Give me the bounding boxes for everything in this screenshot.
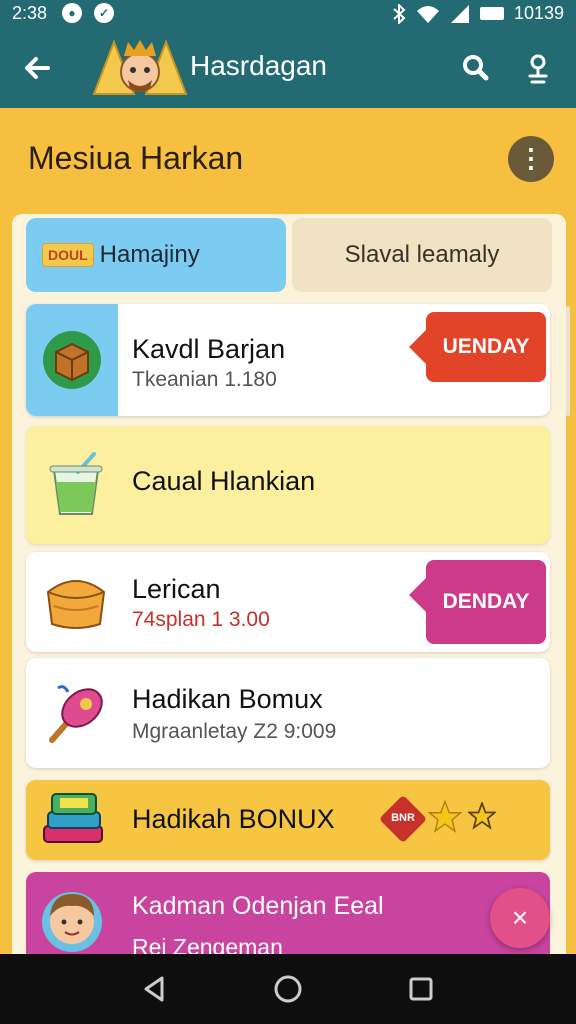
status-right-text: 10139 — [513, 3, 564, 23]
logo-icon — [92, 39, 188, 95]
nav-home-icon[interactable] — [271, 972, 305, 1006]
nav-back-icon[interactable] — [138, 972, 172, 1006]
app-bar: Hasrdagan — [0, 28, 576, 108]
content-panel: DOUL Hamajiny Slaval leamaly Kavdl Barja… — [12, 214, 566, 974]
card-title: Kadman Odenjan Eeal — [132, 892, 384, 920]
list-item[interactable]: Kavdl Barjan Tkeanian 1.180 UENDAY — [26, 304, 550, 416]
drink-cup-icon — [49, 452, 103, 515]
back-arrow-icon[interactable] — [18, 48, 58, 88]
notification-icon: ● — [62, 3, 82, 23]
books-icon — [43, 793, 103, 843]
tab-badge: DOUL — [42, 243, 94, 267]
app-title: Hasrdagan — [190, 50, 327, 81]
star-icon — [468, 802, 496, 830]
list-item[interactable]: Hadikan Bomux Mgraanletay Z2 9:009 — [26, 658, 550, 768]
list-item[interactable]: Lerican 74splan 1 3.00 DENDAY — [26, 552, 550, 652]
bonus-badge: BNR — [391, 812, 415, 824]
status-badge[interactable]: UENDAY — [426, 312, 546, 382]
battery-icon — [479, 7, 504, 20]
close-icon[interactable]: × — [490, 888, 550, 948]
tab-label: Slaval leamaly — [344, 241, 500, 268]
account-icon[interactable] — [518, 48, 558, 88]
tab-hamajiny[interactable]: DOUL Hamajiny — [26, 218, 286, 292]
basket-icon — [46, 580, 106, 629]
avatar-icon — [42, 892, 102, 952]
status-time: 2:38 — [12, 3, 48, 23]
page-title: Mesiua Harkan — [28, 140, 244, 176]
tab-label: Hamajiny — [99, 241, 200, 268]
card-title: Lerican — [132, 574, 221, 604]
notification-icon: ✓ — [94, 3, 114, 23]
card-title: Kavdl Barjan — [132, 334, 286, 364]
card-title: Hadikah BONUX — [132, 804, 335, 834]
signal-icon — [450, 4, 469, 23]
card-subtitle: 74splan 1 3.00 — [132, 608, 270, 631]
list-item[interactable]: Caual Hlankian — [26, 426, 550, 544]
bluetooth-icon — [393, 3, 406, 24]
search-icon[interactable] — [456, 48, 496, 88]
status-bar: 2:38 ● ✓ 10139 — [0, 0, 576, 28]
nav-bar — [0, 954, 576, 1024]
scrollbar[interactable] — [566, 306, 570, 416]
card-title: Caual Hlankian — [132, 466, 316, 496]
list-item[interactable]: Hadikah BONUX BNR — [26, 780, 550, 860]
card-subtitle: Tkeanian 1.180 — [132, 368, 277, 391]
nav-recents-icon[interactable] — [404, 972, 438, 1006]
card-title: Hadikan Bomux — [132, 684, 323, 714]
tab-slaval-leamaly[interactable]: Slaval leamaly — [292, 218, 552, 292]
box-icon — [43, 331, 101, 389]
wifi-icon — [416, 5, 439, 23]
more-vertical-icon[interactable]: ⋮ — [508, 136, 554, 182]
status-badge[interactable]: DENDAY — [426, 560, 546, 644]
star-icon — [428, 800, 462, 833]
ice-cream-icon — [49, 685, 103, 743]
card-subtitle: Mgraanletay Z2 9:009 — [132, 720, 337, 743]
